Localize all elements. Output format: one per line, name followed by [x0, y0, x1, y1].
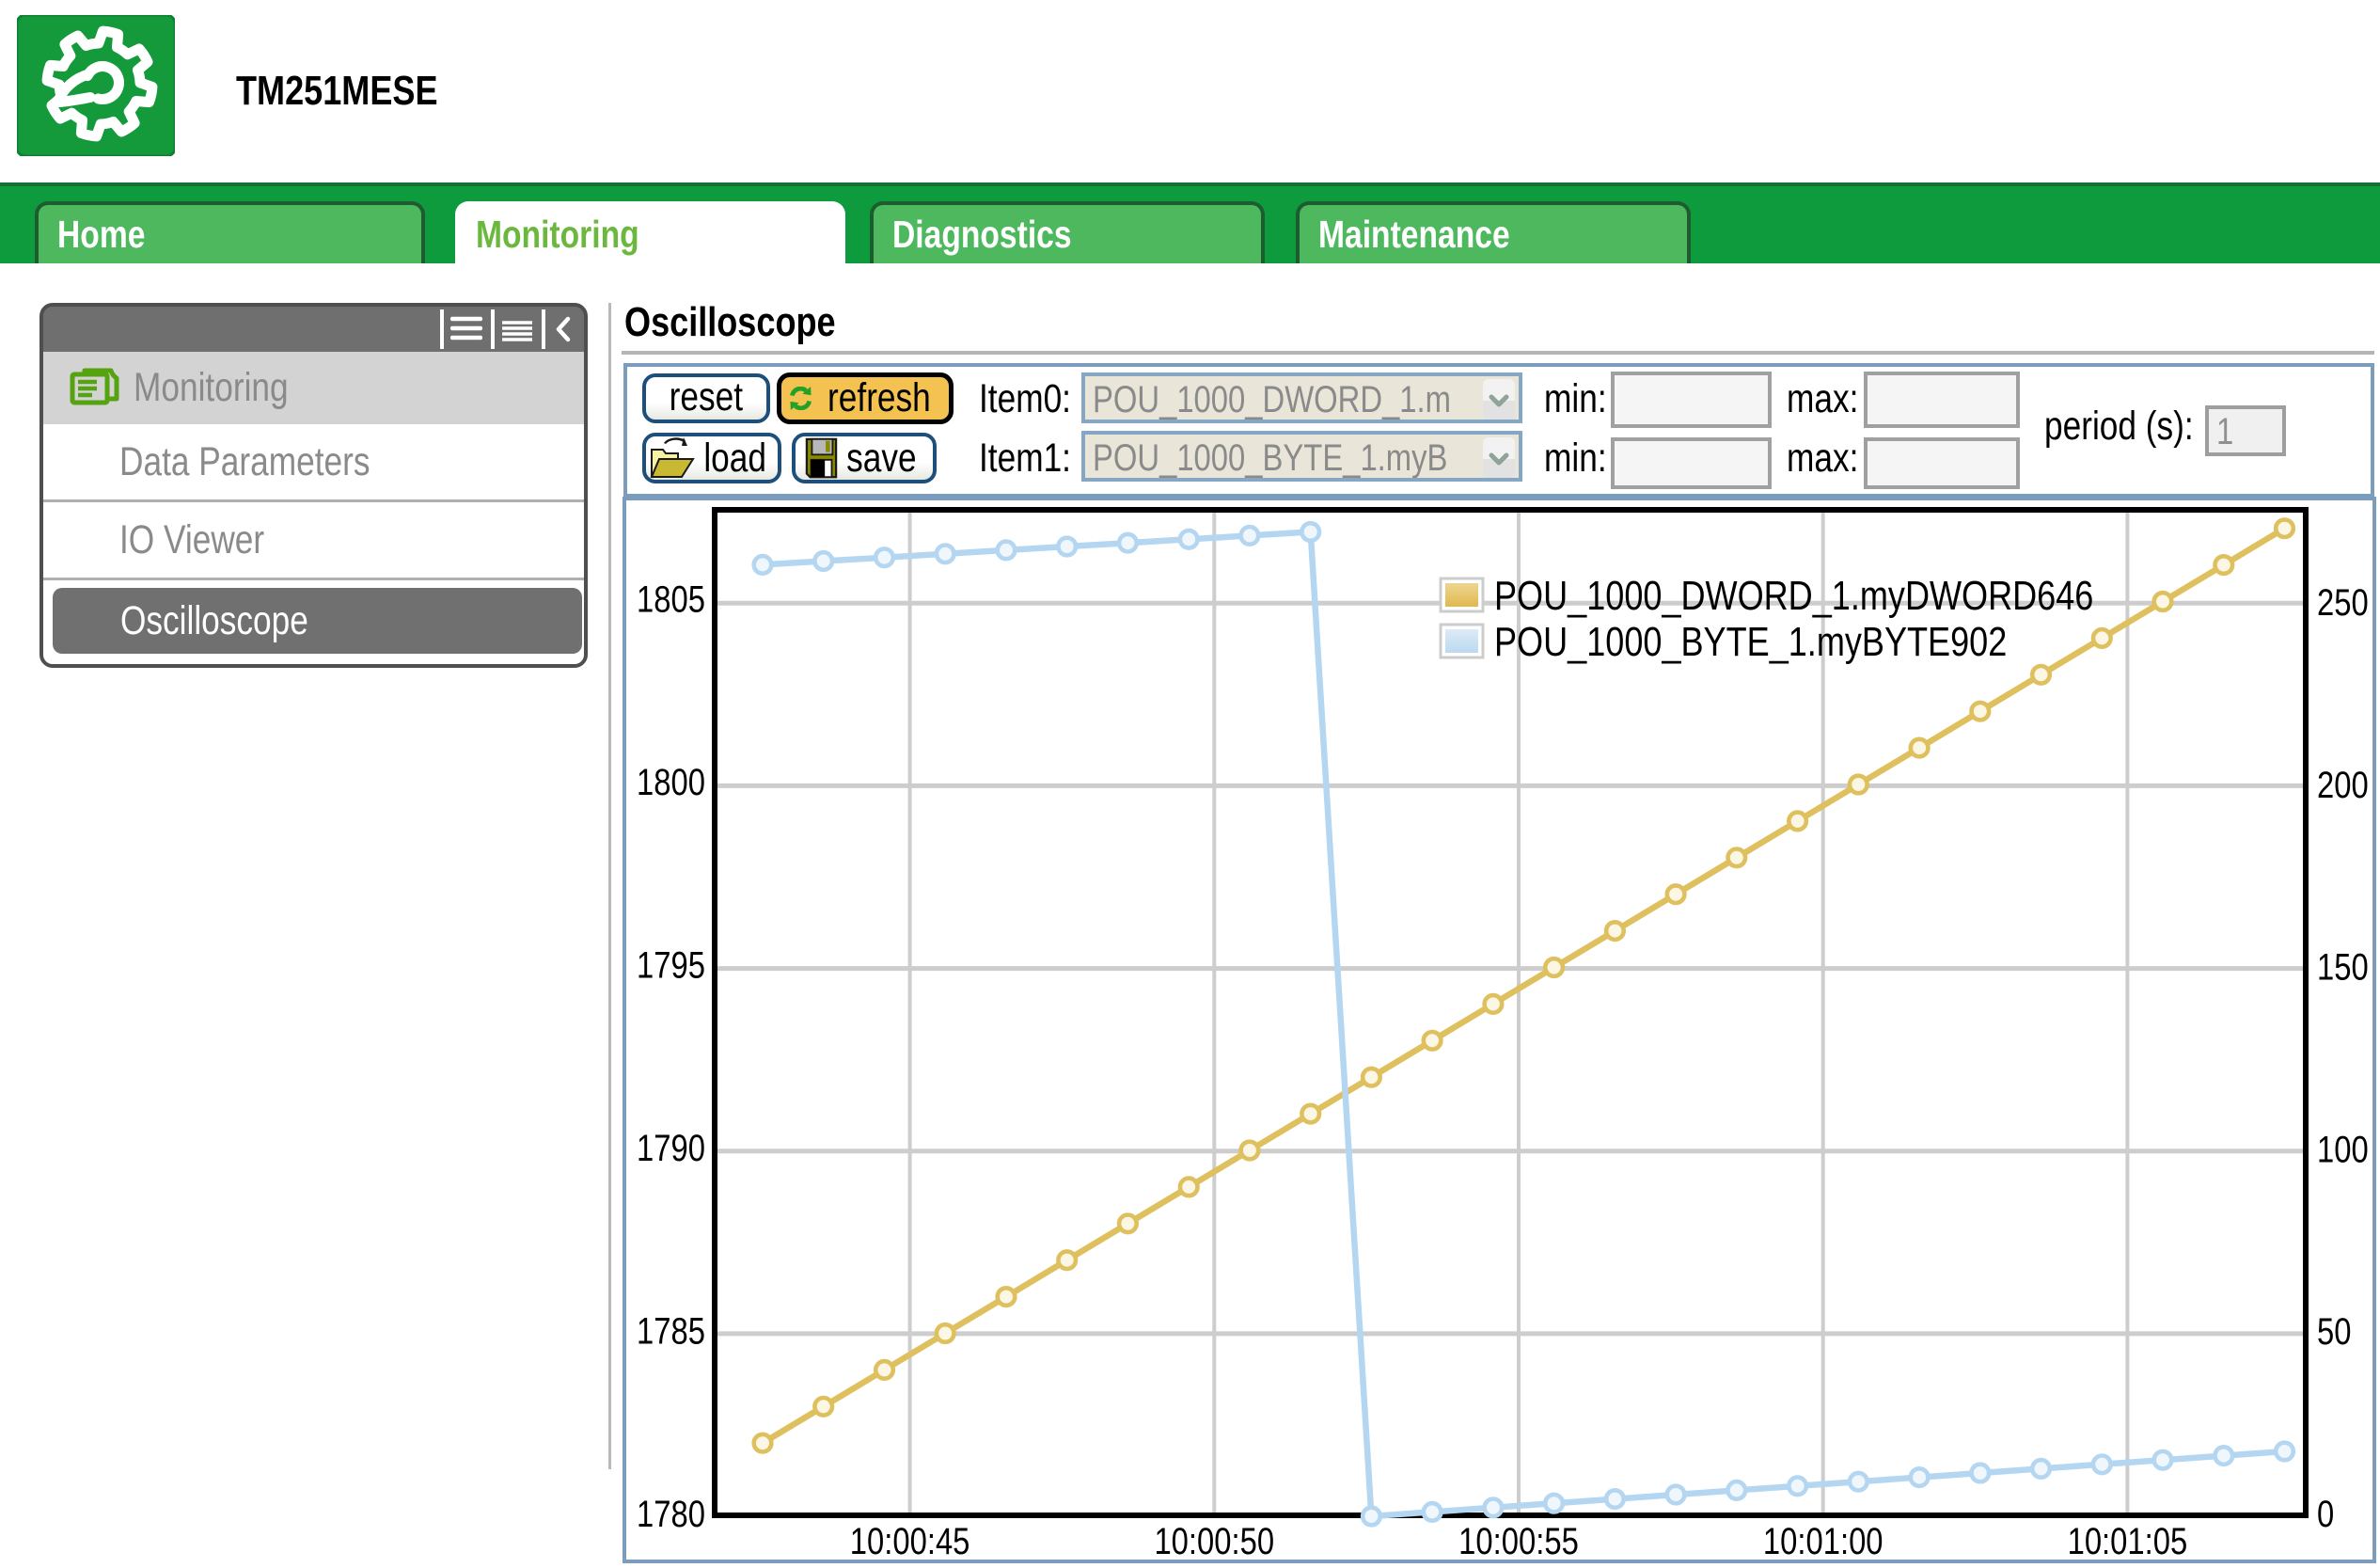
svg-text:1780: 1780 [637, 1493, 705, 1535]
svg-text:10:00:45: 10:00:45 [850, 1520, 970, 1562]
svg-text:10:00:55: 10:00:55 [1458, 1520, 1579, 1562]
svg-text:1795: 1795 [637, 943, 705, 986]
svg-text:1805: 1805 [637, 578, 705, 620]
svg-text:0: 0 [2317, 1493, 2334, 1535]
svg-text:1800: 1800 [637, 761, 705, 803]
svg-text:1785: 1785 [637, 1309, 705, 1352]
svg-text:10:01:05: 10:01:05 [2068, 1520, 2188, 1562]
svg-text:50: 50 [2317, 1310, 2351, 1353]
svg-text:150: 150 [2317, 946, 2369, 989]
svg-text:POU_1000_DWORD_1.myDWORD646: POU_1000_DWORD_1.myDWORD646 [1494, 573, 2093, 619]
svg-text:10:01:00: 10:01:00 [1763, 1520, 1884, 1562]
svg-text:10:00:50: 10:00:50 [1154, 1520, 1274, 1562]
svg-text:200: 200 [2317, 764, 2369, 806]
svg-text:250: 250 [2317, 581, 2369, 624]
svg-text:POU_1000_BYTE_1.myBYTE902: POU_1000_BYTE_1.myBYTE902 [1494, 619, 2007, 665]
svg-text:1790: 1790 [637, 1127, 705, 1169]
svg-text:100: 100 [2317, 1128, 2369, 1170]
